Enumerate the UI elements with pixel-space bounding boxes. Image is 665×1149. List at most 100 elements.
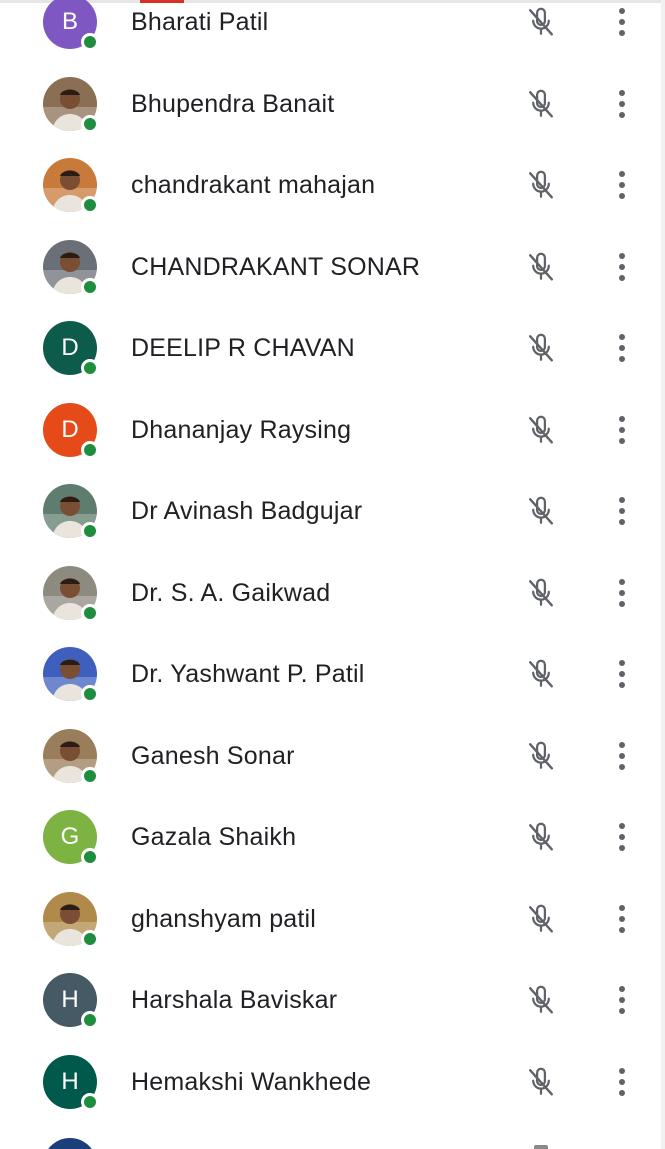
avatar-container <box>43 891 99 948</box>
menu-dot <box>619 274 625 281</box>
online-status-icon <box>81 848 99 866</box>
more-vert-icon[interactable] <box>607 330 637 366</box>
more-vert-icon[interactable] <box>607 4 637 40</box>
avatar-container: H <box>43 973 99 1029</box>
menu-dot <box>619 1078 625 1085</box>
avatar-container <box>43 647 99 703</box>
more-vert-icon[interactable] <box>607 167 637 203</box>
menu-dot <box>619 1089 625 1096</box>
menu-dot <box>619 171 625 177</box>
menu-dot <box>619 437 625 444</box>
participant-row[interactable]: Dr. Yashwant P. Patil <box>0 634 660 715</box>
avatar-container <box>43 565 99 622</box>
more-vert-icon[interactable] <box>607 819 637 855</box>
more-vert-icon[interactable] <box>607 738 637 774</box>
mic-off-icon <box>523 982 559 1018</box>
menu-dot <box>619 834 625 840</box>
participant-row[interactable]: H Hemakshi Wankhede <box>0 1042 660 1123</box>
participant-row[interactable]: Bhupendra Banait <box>0 64 660 145</box>
more-vert-icon[interactable] <box>607 249 637 285</box>
menu-dot <box>619 508 625 514</box>
participant-name: ghanshyam patil <box>131 904 317 933</box>
participant-row[interactable]: D Dhananjay Raysing <box>0 390 660 471</box>
online-status-icon <box>81 277 99 296</box>
avatar <box>43 1138 97 1149</box>
menu-dot <box>619 100 625 107</box>
more-vert-icon[interactable] <box>607 982 637 1018</box>
participant-name: Dr. Yashwant P. Patil <box>131 660 365 688</box>
menu-dot <box>619 426 625 433</box>
mic-off-icon <box>523 412 559 448</box>
menu-dot <box>619 1067 625 1074</box>
menu-dot <box>619 578 625 585</box>
participant-name: Dhananjay Raysing <box>131 415 352 444</box>
menu-dot <box>619 823 625 829</box>
participant-row[interactable]: D DEELIP R CHAVAN <box>0 308 660 389</box>
menu-dot <box>619 263 625 270</box>
mic-off-icon <box>523 819 559 855</box>
mic-off-icon <box>523 249 559 285</box>
avatar-container <box>43 728 99 785</box>
participant-row[interactable]: B Bharati Patil <box>0 0 660 63</box>
online-status-icon <box>81 440 99 459</box>
participant-row[interactable]: ghanshyam patil <box>0 879 660 960</box>
participant-row[interactable]: G Gazala Shaikh <box>0 797 660 878</box>
participant-row[interactable]: H Harshala Baviskar <box>0 960 660 1041</box>
mic-off-icon <box>523 493 559 529</box>
more-vert-icon[interactable] <box>607 575 637 611</box>
menu-dot <box>619 682 625 688</box>
online-status-icon <box>81 114 99 133</box>
more-vert-icon[interactable] <box>607 412 637 448</box>
more-vert-icon[interactable] <box>607 656 637 692</box>
avatar-container <box>43 158 99 214</box>
participant-name: Dr Avinash Badgujar <box>131 497 363 525</box>
menu-dot <box>619 660 625 666</box>
participant-row[interactable]: Ganesh Sonar <box>0 716 660 797</box>
mic-off-icon <box>534 1145 548 1149</box>
avatar-container <box>43 76 99 133</box>
participant-name: Bharati Patil <box>131 8 269 36</box>
mic-off-icon <box>523 1064 559 1100</box>
more-vert-icon[interactable] <box>607 493 637 529</box>
participant-row[interactable]: chandrakant mahajan <box>0 145 660 226</box>
online-status-icon <box>81 685 99 703</box>
participant-name: Bhupendra Banait <box>131 89 335 118</box>
menu-dot <box>619 182 625 188</box>
menu-dot <box>619 497 625 503</box>
menu-dot <box>619 600 625 607</box>
menu-dot <box>619 111 625 118</box>
mic-off-icon <box>523 86 559 122</box>
menu-dot <box>619 986 625 992</box>
participant-name: Dr. S. A. Gaikwad <box>131 578 331 607</box>
menu-dot <box>619 334 625 340</box>
mic-off-icon <box>523 656 559 692</box>
more-vert-icon[interactable] <box>607 86 637 122</box>
menu-dot <box>619 752 625 759</box>
mic-off-icon <box>523 330 559 366</box>
mic-off-icon <box>523 575 559 611</box>
more-vert-icon[interactable] <box>607 901 637 937</box>
online-status-icon <box>81 359 99 377</box>
participant-name: Ganesh Sonar <box>131 741 295 770</box>
menu-dot <box>619 252 625 259</box>
online-status-icon <box>81 33 99 51</box>
more-vert-icon[interactable] <box>607 1064 637 1100</box>
mic-off-icon <box>523 167 559 203</box>
participants-screen: B Bharati Patil Bhupendra Banait chandrakan… <box>0 0 665 1149</box>
menu-dot <box>619 345 625 351</box>
participant-row[interactable]: Dr. S. A. Gaikwad <box>0 553 660 634</box>
participant-row[interactable]: CHANDRAKANT SONAR <box>0 227 660 308</box>
avatar-container: G <box>43 810 99 866</box>
avatar-container: H <box>43 1054 99 1111</box>
online-status-icon <box>81 196 99 214</box>
mic-off-icon <box>523 738 559 774</box>
menu-dot <box>619 415 625 422</box>
scroll-edge <box>661 0 665 1149</box>
participant-row[interactable]: Dr Avinash Badgujar <box>0 471 660 552</box>
menu-dot <box>619 915 625 922</box>
menu-dot <box>619 356 625 362</box>
online-status-icon <box>81 1011 99 1029</box>
menu-dot <box>619 763 625 770</box>
online-status-icon <box>81 522 99 540</box>
online-status-icon <box>81 603 99 622</box>
